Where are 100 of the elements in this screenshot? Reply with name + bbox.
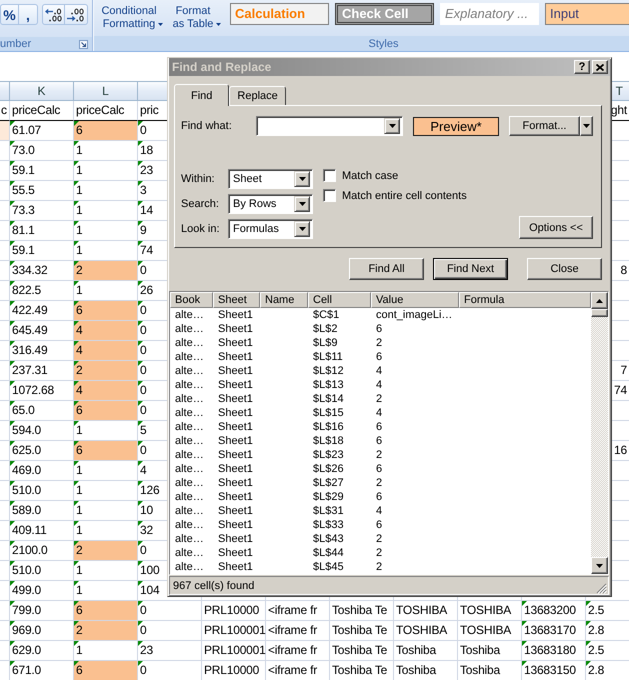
cell-text: 2.5 (588, 603, 604, 617)
search-field[interactable] (256, 116, 403, 136)
caret-icon (298, 227, 306, 231)
table-cell-text: alte… (174, 560, 205, 574)
table-cell-text: alte… (174, 504, 205, 518)
checkbox[interactable] (323, 169, 336, 182)
toolbar-button[interactable] (65, 4, 88, 25)
toolbar-button[interactable]: , (19, 4, 38, 25)
highlighted-cell[interactable]: 4 (74, 341, 138, 361)
dropdown-button[interactable] (294, 196, 310, 212)
cell-text: 81.1 (12, 223, 35, 237)
cell-style-tile[interactable]: Explanatory ... (440, 3, 539, 25)
resize-grip-icon[interactable] (596, 583, 607, 594)
highlighted-cell[interactable]: 2 (74, 541, 138, 561)
dialog-button[interactable]: Find Next (433, 258, 508, 280)
highlighted-cell[interactable] (0, 121, 10, 141)
dropdown-field[interactable]: By Rows (228, 194, 313, 214)
scroll-down-button[interactable] (591, 557, 608, 574)
cell-text: TOSHIBA (396, 603, 448, 617)
column-header[interactable]: Value (371, 292, 459, 308)
cell-text: 0 (140, 343, 146, 357)
cell-text: 100 (140, 563, 160, 577)
dialog-button[interactable]: Find All (349, 258, 424, 280)
highlighted-cell[interactable]: 2 (74, 361, 138, 381)
dialog-button[interactable]: Close (527, 258, 602, 280)
table-cell-text: alte… (174, 336, 205, 350)
table-cell-text: $L$11 (312, 350, 344, 364)
ribbon-command[interactable]: Format as Table (170, 0, 224, 32)
cell-text: Toshiba (460, 643, 500, 657)
highlighted-cell[interactable]: 6 (74, 301, 138, 321)
toolbar-button[interactable] (42, 4, 65, 25)
cell-text: 1 (76, 483, 82, 497)
arrow-up-icon (596, 298, 603, 302)
highlighted-cell[interactable]: 4 (74, 321, 138, 341)
cell-text: 1 (76, 183, 82, 197)
highlighted-cell[interactable]: 6 (74, 441, 138, 461)
options-button[interactable]: Options << (519, 216, 593, 239)
cell-text: 1 (76, 643, 82, 657)
cell-style-tile[interactable]: Input (545, 3, 629, 25)
dropdown-field[interactable]: Sheet (228, 169, 313, 189)
cell-text: 0 (140, 603, 146, 617)
cell-text: 8 (620, 263, 627, 277)
checkbox-label: Match case (342, 170, 398, 182)
cell-text: 18 (140, 143, 153, 157)
cell-text: pric (140, 103, 159, 117)
dropdown-field[interactable]: Formulas (228, 219, 313, 239)
highlighted-cell[interactable]: 6 (74, 661, 138, 680)
column-header[interactable]: Book (170, 292, 213, 308)
field-label: Find what: (181, 120, 233, 132)
table-cell-text: $L$16 (312, 420, 345, 434)
highlighted-cell[interactable]: 2 (74, 621, 138, 641)
scroll-thumb[interactable] (591, 309, 608, 317)
table-cell-text: alte… (174, 350, 205, 364)
dropdown-button[interactable] (294, 221, 310, 237)
close-button[interactable] (592, 60, 608, 74)
table-cell-text: $L$2 (312, 322, 338, 336)
table-cell-text: 6 (375, 322, 384, 336)
column-letter[interactable]: K (37, 84, 46, 98)
column-letter[interactable]: T (616, 84, 623, 98)
table-cell-text: $L$18 (312, 434, 345, 448)
highlighted-cell[interactable]: 2 (74, 261, 138, 281)
highlighted-cell[interactable]: 6 (74, 401, 138, 421)
column-letter[interactable]: L (102, 84, 109, 98)
column-header[interactable]: Cell (308, 292, 371, 308)
dropdown-button[interactable] (294, 171, 310, 187)
scrollbar[interactable] (591, 292, 608, 574)
table-cell-text: alte… (174, 322, 205, 336)
column-header[interactable]: Formula (459, 292, 591, 308)
checkbox[interactable] (323, 189, 336, 202)
caret-icon (583, 124, 590, 128)
help-button[interactable]: ? (574, 60, 590, 74)
table-cell-text: $L$44 (312, 546, 345, 560)
tab[interactable]: Find (174, 84, 230, 106)
highlighted-cell[interactable]: 4 (74, 381, 138, 401)
ribbon-command[interactable]: Conditional Formatting (98, 0, 168, 32)
cell-text: <iframe fr (268, 643, 318, 657)
column-header[interactable]: Sheet (213, 292, 260, 308)
cell-text: 13683170 (524, 623, 576, 637)
highlighted-cell[interactable]: 6 (74, 121, 138, 141)
caret-icon (216, 22, 222, 26)
cell-text: 59.1 (12, 243, 35, 257)
cell-text: priceCalc (76, 103, 124, 117)
cell-text: 645.49 (12, 323, 48, 337)
cell-text: 2.5 (588, 643, 604, 657)
scroll-up-button[interactable] (591, 292, 608, 309)
highlighted-cell[interactable]: 6 (74, 601, 138, 621)
group-label: umber (0, 38, 32, 50)
tab[interactable]: Replace (229, 86, 286, 105)
format-button[interactable]: Format... (509, 116, 580, 136)
arrow-down-icon (596, 564, 603, 568)
cell-text: PRL100001 (204, 623, 266, 637)
corner-arrow-icon[interactable] (79, 40, 88, 49)
cell-text: 74 (140, 243, 153, 257)
table-cell-text: Sheet1 (217, 532, 254, 546)
table-cell-text: Sheet1 (217, 420, 254, 434)
dropdown-button[interactable] (384, 118, 400, 134)
column-header[interactable]: Name (260, 292, 308, 308)
toolbar-button[interactable]: % (0, 4, 19, 25)
cell-text: 1072.68 (12, 383, 54, 397)
cell-text: 4 (140, 463, 146, 477)
